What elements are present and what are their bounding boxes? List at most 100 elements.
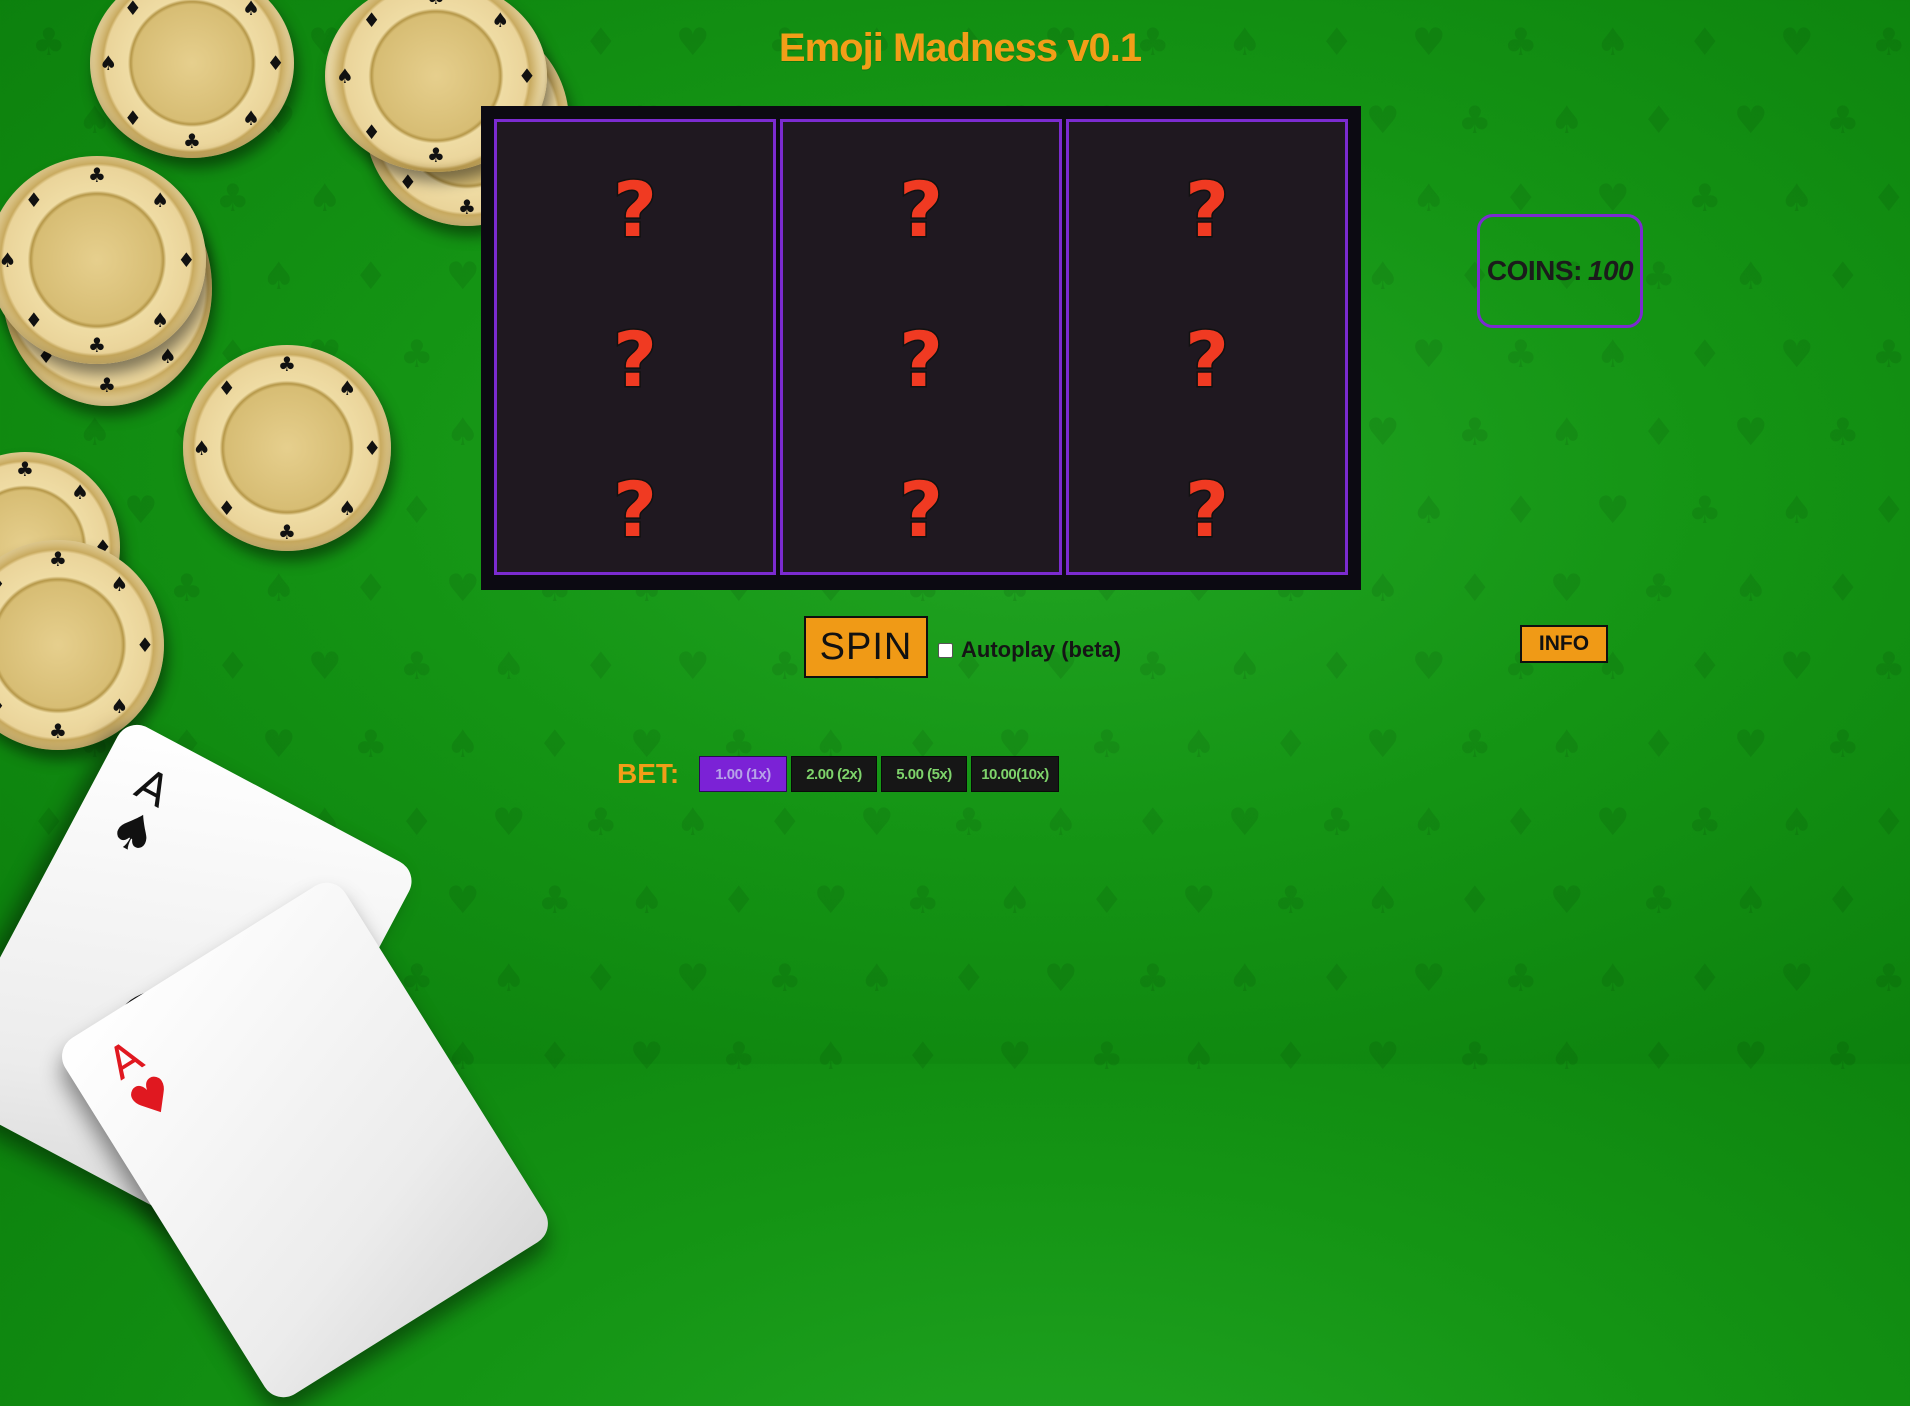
suit-pattern-icon: ♠ bbox=[1549, 98, 1584, 142]
suit-pattern-icon: ♥ bbox=[1733, 98, 1768, 142]
suit-pattern-icon: ♣ bbox=[1319, 800, 1354, 844]
suit-pattern-icon: ♠ bbox=[1549, 410, 1584, 454]
suit-pattern-icon: ♦ bbox=[1273, 722, 1308, 766]
suit-pattern-icon: ♦ bbox=[353, 254, 388, 298]
chip-suit-icon: ♠ bbox=[158, 344, 177, 369]
suit-pattern-icon: ♣ bbox=[399, 332, 434, 376]
suit-pattern-icon: ♠ bbox=[307, 176, 342, 220]
suit-pattern-icon: ♠ bbox=[491, 956, 526, 1000]
chip-suit-icon: ♦ bbox=[177, 248, 196, 272]
suit-pattern-icon: ♦ bbox=[1135, 800, 1170, 844]
suit-pattern-icon: ♥ bbox=[1043, 956, 1078, 1000]
chip-suit-icon: ♣ bbox=[88, 333, 106, 358]
chip-suit-icon: ♦ bbox=[0, 574, 6, 594]
bet-option-2x[interactable]: 2.00 (2x) bbox=[791, 756, 877, 792]
chip-suit-icon: ♠ bbox=[242, 106, 261, 131]
suit-pattern-icon: ♦ bbox=[1871, 488, 1906, 532]
suit-pattern-icon: ♥ bbox=[1595, 488, 1630, 532]
chip-suit-icon: ♦ bbox=[362, 119, 381, 144]
suit-pattern-icon: ♥ bbox=[1779, 956, 1814, 1000]
suit-pattern-icon: ♠ bbox=[261, 566, 296, 610]
suit-pattern-icon: ♠ bbox=[1181, 1034, 1216, 1078]
bet-option-1x[interactable]: 1.00 (1x) bbox=[699, 756, 787, 792]
autoplay-label: Autoplay (beta) bbox=[961, 637, 1122, 662]
suit-pattern-icon: ♣ bbox=[1135, 644, 1170, 688]
suit-pattern-icon: ♣ bbox=[169, 566, 204, 610]
chip-suit-icon: ♣ bbox=[183, 128, 201, 153]
suit-pattern-icon: ♠ bbox=[1365, 254, 1400, 298]
chip-suit-icon: ♣ bbox=[88, 162, 106, 187]
suit-pattern-icon: ♣ bbox=[721, 1034, 756, 1078]
suit-pattern-icon: ♣ bbox=[1687, 488, 1722, 532]
suit-pattern-icon: ♠ bbox=[1779, 488, 1814, 532]
suit-pattern-icon: ♣ bbox=[1457, 1034, 1492, 1078]
suit-pattern-icon: ♣ bbox=[1871, 956, 1906, 1000]
chip-suit-icon: ♦ bbox=[135, 633, 154, 657]
suit-pattern-icon: ♥ bbox=[491, 800, 526, 844]
bet-option-5x[interactable]: 5.00 (5x) bbox=[881, 756, 967, 792]
suit-pattern-icon: ♥ bbox=[1733, 1034, 1768, 1078]
suit-pattern-icon: ♠ bbox=[675, 800, 710, 844]
suit-pattern-icon: ♦ bbox=[1319, 956, 1354, 1000]
game-title: Emoji Madness v0.1 bbox=[778, 26, 1142, 70]
suit-pattern-icon: ♠ bbox=[1043, 800, 1078, 844]
suit-pattern-icon: ♣ bbox=[1503, 956, 1538, 1000]
suit-pattern-icon: ♠ bbox=[997, 878, 1032, 922]
suit-pattern-icon: ♣ bbox=[1687, 800, 1722, 844]
suit-pattern-icon: ♠ bbox=[1227, 644, 1262, 688]
suit-pattern-icon: ♣ bbox=[1089, 1034, 1124, 1078]
suit-pattern-icon: ♣ bbox=[1273, 878, 1308, 922]
suit-pattern-icon: ♥ bbox=[1411, 956, 1446, 1000]
suit-pattern-icon: ♦ bbox=[353, 566, 388, 610]
reel-2: ? ? ? bbox=[780, 119, 1062, 575]
suit-pattern-icon: ♣ bbox=[1641, 878, 1676, 922]
suit-pattern-icon: ♣ bbox=[1457, 98, 1492, 142]
chip-suit-icon: ♠ bbox=[0, 248, 17, 272]
chip-suit-icon: ♠ bbox=[151, 187, 170, 212]
suit-pattern-icon: ♥ bbox=[675, 644, 710, 688]
poker-chip: ♣♠♦♠♣♦♠♦ bbox=[90, 0, 294, 158]
suit-pattern-icon: ♠ bbox=[445, 722, 480, 766]
slot-machine: ? ? ? ? ? ? ? ? ? bbox=[481, 106, 1361, 590]
suit-pattern-icon: ♦ bbox=[1641, 1034, 1676, 1078]
suit-pattern-icon: ♦ bbox=[399, 488, 434, 532]
coins-display: COINS: 100 bbox=[1477, 214, 1643, 328]
bet-option-10x[interactable]: 10.00(10x) bbox=[971, 756, 1059, 792]
suit-pattern-icon: ♠ bbox=[859, 956, 894, 1000]
suit-pattern-icon: ♣ bbox=[767, 644, 802, 688]
suit-pattern-icon: ♣ bbox=[1641, 566, 1676, 610]
suit-pattern-icon: ♦ bbox=[583, 644, 618, 688]
autoplay-checkbox[interactable] bbox=[938, 642, 953, 658]
suit-pattern-icon: ♦ bbox=[537, 722, 572, 766]
suit-pattern-icon: ♦ bbox=[1871, 176, 1906, 220]
autoplay-toggle[interactable]: Autoplay (beta) bbox=[938, 637, 1121, 663]
suit-pattern-icon: ♦ bbox=[1825, 566, 1860, 610]
suit-pattern-icon: ♥ bbox=[123, 488, 158, 532]
suit-pattern-icon: ♦ bbox=[1319, 644, 1354, 688]
suit-pattern-icon: ♥ bbox=[1549, 566, 1584, 610]
suit-pattern-icon: ♥ bbox=[445, 566, 480, 610]
suit-pattern-icon: ♥ bbox=[997, 1034, 1032, 1078]
chip-suit-icon: ♦ bbox=[123, 106, 142, 131]
suit-pattern-icon: ♣ bbox=[1825, 98, 1860, 142]
suit-pattern-icon: ♦ bbox=[1503, 800, 1538, 844]
suit-pattern-icon: ♦ bbox=[721, 878, 756, 922]
suit-pattern-icon: ♦ bbox=[31, 800, 66, 844]
suit-pattern-icon: ♣ bbox=[1641, 254, 1676, 298]
suit-pattern-icon: ♠ bbox=[445, 410, 480, 454]
reel-symbol: ? bbox=[1183, 315, 1230, 404]
suit-pattern-icon: ♥ bbox=[307, 644, 342, 688]
info-button[interactable]: INFO bbox=[1520, 625, 1608, 663]
reel-symbol: ? bbox=[1183, 165, 1230, 254]
suit-pattern-icon: ♥ bbox=[675, 956, 710, 1000]
suit-pattern-icon: ♠ bbox=[77, 410, 112, 454]
spin-button[interactable]: SPIN bbox=[804, 616, 928, 678]
chip-suit-icon: ♣ bbox=[278, 520, 296, 545]
suit-pattern-icon: ♦ bbox=[1641, 410, 1676, 454]
suit-pattern-icon: ♣ bbox=[537, 878, 572, 922]
suit-pattern-icon: ♦ bbox=[1457, 566, 1492, 610]
suit-pattern-icon: ♠ bbox=[1779, 800, 1814, 844]
chip-suit-icon: ♣ bbox=[16, 457, 34, 482]
chip-suit-icon: ♠ bbox=[338, 376, 357, 401]
suit-pattern-icon: ♥ bbox=[1365, 98, 1400, 142]
